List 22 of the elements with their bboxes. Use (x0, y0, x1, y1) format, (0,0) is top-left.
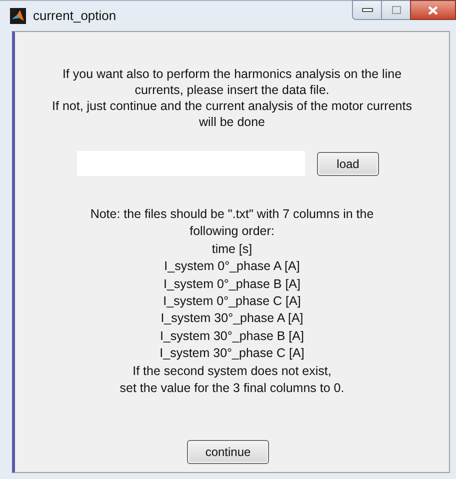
note-text: I_system 0°_phase B [A] (163, 276, 300, 293)
note-text: I_system 30°_phase B [A] (160, 328, 304, 345)
note-text: If the second system does not exist, (132, 362, 332, 380)
note-text: I_system 30°_phase A [A] (160, 310, 304, 328)
note-text: I_system 0°_phase A [A] (164, 258, 300, 276)
instruction-text: currents, please insert the data file. (134, 82, 330, 98)
app-logo-icon (10, 8, 26, 24)
instruction-text: If not, just continue and the current analysis of the motor currents (52, 98, 412, 114)
minimize-button[interactable] (352, 0, 382, 20)
close-button[interactable] (410, 0, 456, 20)
instruction-text: If you want also to perform the harmonics analysis on the line (62, 66, 402, 82)
continue-button[interactable]: continue (187, 440, 269, 464)
instruction-text: will be done (198, 114, 265, 130)
note-text: time [s] (212, 240, 252, 258)
note-text: Note: the files should be ".txt" with 7 columns in the (90, 206, 374, 223)
note-text: I_system 0°_phase C [A] (163, 293, 301, 310)
note-text: following order: (190, 223, 274, 240)
close-icon (428, 6, 438, 14)
load-button[interactable]: load (317, 152, 379, 176)
note-text: set the value for the 3 final columns to 0. (120, 380, 344, 398)
note-text: I_system 30°_phase C [A] (160, 345, 304, 362)
window-title: current_option (33, 7, 116, 26)
